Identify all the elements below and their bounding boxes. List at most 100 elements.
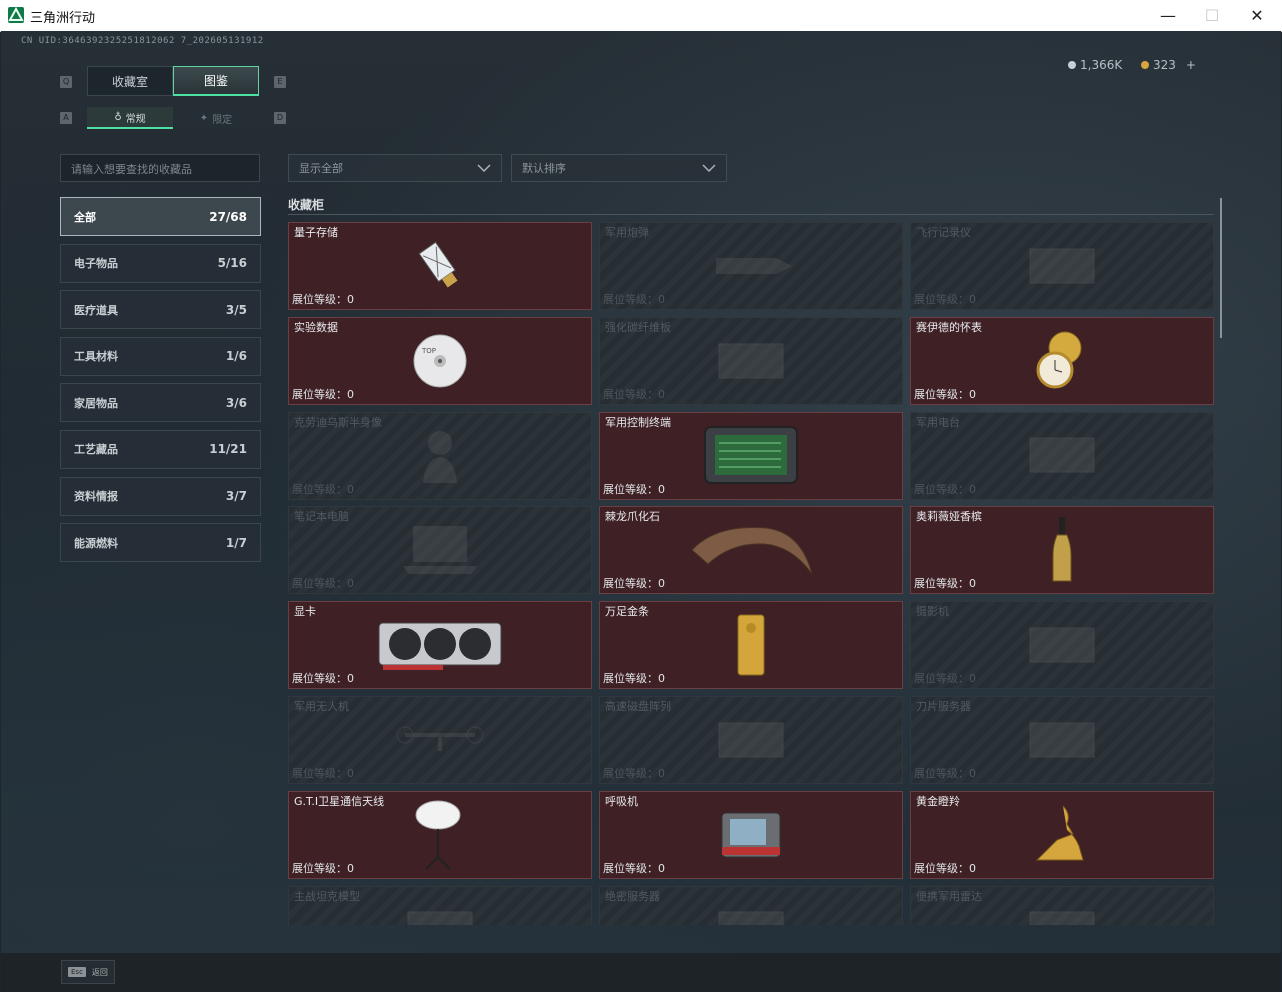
item-image-icon <box>1027 800 1097 874</box>
category-item[interactable]: 资料情报 3/7 <box>60 476 261 516</box>
item-level-value: 0 <box>969 861 976 875</box>
item-image-icon <box>1022 620 1102 674</box>
item-level-value: 0 <box>658 293 665 306</box>
item-level-label: 展位等级： <box>914 293 969 306</box>
collection-item-card[interactable]: 克劳迪乌斯半身像 展位等级：0 <box>288 411 592 500</box>
collection-item-card[interactable]: 刀片服务器 展位等级：0 <box>910 696 1214 784</box>
collection-item-card[interactable]: 万足金条 展位等级：0 <box>599 601 903 690</box>
window-titlebar: 三角洲行动 — ☐ ✕ <box>0 0 1282 32</box>
collection-item-card[interactable]: 摄影机 展位等级：0 <box>910 601 1214 690</box>
chevron-down-icon <box>702 164 716 172</box>
collection-item-card[interactable]: 黄金瞪羚 展位等级：0 <box>910 790 1214 879</box>
collection-item-card[interactable]: 绝密服务器展位等级：0 <box>599 885 903 925</box>
collection-item-card[interactable]: 笔记本电脑 展位等级：0 <box>288 506 592 595</box>
collection-item-card[interactable]: 军用控制终端 展位等级：0 <box>599 411 903 500</box>
collection-item-card[interactable]: 量子存储 展位等级：0 <box>288 222 592 310</box>
category-item[interactable]: 工艺藏品 11/21 <box>60 429 261 469</box>
key-hint-e: E <box>274 76 286 88</box>
item-image-icon <box>415 425 465 489</box>
collection-item-card[interactable]: 奥莉薇娅香槟 展位等级：0 <box>910 506 1214 595</box>
collection-item-card[interactable]: 强化碳纤维板 展位等级：0 <box>599 316 903 405</box>
close-button[interactable]: ✕ <box>1234 0 1280 31</box>
subtab-limited-label: 限定 <box>212 114 233 126</box>
item-image-icon <box>686 520 816 584</box>
category-count: 11/21 <box>209 442 247 457</box>
tab-collection-room[interactable]: 收藏室 <box>87 66 173 96</box>
item-level-label: 展位等级： <box>603 293 658 306</box>
silver-amount: 1,366K <box>1080 58 1123 72</box>
item-level-value: 0 <box>658 482 665 496</box>
category-item[interactable]: 电子物品 5/16 <box>60 243 261 283</box>
item-level-label: 展位等级： <box>914 767 969 780</box>
collection-item-card[interactable]: 赛伊德的怀表 展位等级：0 <box>910 316 1214 405</box>
item-level-label: 展位等级： <box>292 293 347 306</box>
sort-dropdown[interactable]: 默认排序 <box>511 154 727 182</box>
esc-key-icon: Esc <box>68 967 86 977</box>
category-item[interactable]: 全部 27/68 <box>60 197 261 236</box>
collection-item-card[interactable]: 飞行记录仪 展位等级：0 <box>910 222 1214 310</box>
collection-item-card[interactable]: 高速磁盘阵列 展位等级：0 <box>599 696 903 784</box>
subtab-limited[interactable]: ✦ 限定 <box>173 107 259 129</box>
category-item[interactable]: 医疗道具 3/5 <box>60 290 261 330</box>
category-item[interactable]: 家居物品 3/6 <box>60 383 261 423</box>
display-filter-value: 显示全部 <box>299 162 343 175</box>
app-logo-icon <box>8 7 24 23</box>
collection-item-card[interactable]: 呼吸机 展位等级：0 <box>599 790 903 879</box>
collection-item-card[interactable]: 主战坦克模型展位等级：0 <box>288 885 592 925</box>
collection-grid: 量子存储 展位等级：0 军用炮弹 展位等级：0 飞行记录仪 展位等级：0 实验数据 TOP 展位… <box>288 222 1214 925</box>
subtab-regular[interactable]: ♁ 常规 <box>87 107 173 129</box>
item-image-icon <box>410 236 470 300</box>
item-level: 展位等级：0 <box>914 386 976 402</box>
collection-item-card[interactable]: 便携军用雷达展位等级：0 <box>910 885 1214 925</box>
category-item[interactable]: 能源燃料 1/7 <box>60 523 261 563</box>
collection-item-card[interactable]: 棘龙爪化石 展位等级：0 <box>599 506 903 595</box>
item-image-icon <box>734 612 768 682</box>
item-level: 展位等级：0 <box>603 481 665 497</box>
key-hint-a: A <box>60 112 72 124</box>
category-label: 工艺藏品 <box>74 443 118 457</box>
collection-item-card[interactable]: 军用无人机 展位等级：0 <box>288 696 592 784</box>
collection-item-card[interactable]: 军用电台 展位等级：0 <box>910 411 1214 500</box>
subtab-regular-label: 常规 <box>125 113 146 125</box>
silver-coin-icon <box>1068 61 1076 69</box>
collection-item-card[interactable]: 军用炮弹 展位等级：0 <box>599 222 903 310</box>
minimize-button[interactable]: — <box>1145 0 1191 31</box>
category-label: 工具材料 <box>74 350 118 364</box>
section-title: 收藏柜 <box>288 198 325 212</box>
item-name: 奥莉薇娅香槟 <box>916 510 982 524</box>
item-image-icon <box>1027 326 1097 400</box>
item-level-label: 展位等级： <box>914 861 969 875</box>
collection-item-card[interactable]: 实验数据 TOP 展位等级：0 <box>288 316 592 405</box>
collection-item-card[interactable]: 显卡 展位等级：0 <box>288 601 592 690</box>
item-level-label: 展位等级： <box>914 672 969 686</box>
collection-item-card[interactable]: G.T.I卫星通信天线 展位等级：0 <box>288 790 592 879</box>
item-image-icon <box>375 617 505 677</box>
display-filter-dropdown[interactable]: 显示全部 <box>288 154 502 182</box>
category-list: 全部 27/68 电子物品 5/16 医疗道具 3/5 工具材料 1/6 家居物品 3/6 工艺藏品… <box>60 197 261 570</box>
item-image-icon <box>1022 241 1102 295</box>
item-level-label: 展位等级： <box>603 482 658 496</box>
item-image-icon <box>718 809 784 865</box>
item-level-label: 展位等级： <box>914 577 969 591</box>
window-title: 三角洲行动 <box>30 11 96 26</box>
add-currency-button[interactable]: + <box>1186 58 1196 72</box>
item-level-value: 0 <box>347 767 354 780</box>
item-name: 棘龙爪化石 <box>605 510 660 524</box>
item-level: 展位等级：0 <box>603 386 665 402</box>
tab-catalog[interactable]: 图鉴 <box>173 66 259 96</box>
category-item[interactable]: 工具材料 1/6 <box>60 336 261 376</box>
item-level-label: 展位等级： <box>603 577 658 591</box>
item-image-icon <box>706 246 796 290</box>
item-name: 刀片服务器 <box>916 700 971 713</box>
category-count: 1/7 <box>225 535 247 550</box>
section-divider <box>288 214 1214 215</box>
gold-amount: 323 <box>1153 58 1176 72</box>
search-input[interactable]: 请输入想要查找的收藏品 <box>60 154 260 182</box>
back-button[interactable]: Esc 返回 <box>61 960 115 984</box>
item-level-value: 0 <box>658 861 665 875</box>
item-image-icon: TOP <box>410 331 470 395</box>
item-name: 万足金条 <box>605 605 649 619</box>
grid-scrollbar[interactable] <box>1220 198 1222 338</box>
category-label: 医疗道具 <box>74 303 118 317</box>
maximize-button[interactable]: ☐ <box>1189 0 1235 31</box>
